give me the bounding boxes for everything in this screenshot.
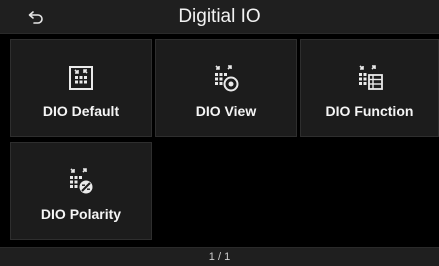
dio-function-tile[interactable]: DIO Function xyxy=(300,39,439,137)
title-bar: Digitial IO xyxy=(0,0,439,34)
tile-label: DIO Polarity xyxy=(40,206,122,222)
back-button[interactable] xyxy=(0,0,72,33)
tile-label: DIO Default xyxy=(42,103,120,119)
dio-default-tile[interactable]: DIO Default xyxy=(10,39,152,137)
dio-view-tile[interactable]: DIO View xyxy=(155,39,297,137)
tile-label: DIO View xyxy=(195,103,257,119)
dio-function-icon xyxy=(354,62,386,94)
page-indicator: 1 / 1 xyxy=(208,251,231,263)
dio-default-icon xyxy=(65,62,97,94)
tile-label: DIO Function xyxy=(325,103,414,119)
return-arrow-icon xyxy=(28,10,44,24)
page-footer: 1 / 1 xyxy=(0,247,439,266)
dio-polarity-icon xyxy=(65,165,97,197)
dio-polarity-tile[interactable]: DIO Polarity xyxy=(10,142,152,240)
dio-view-icon xyxy=(210,62,242,94)
